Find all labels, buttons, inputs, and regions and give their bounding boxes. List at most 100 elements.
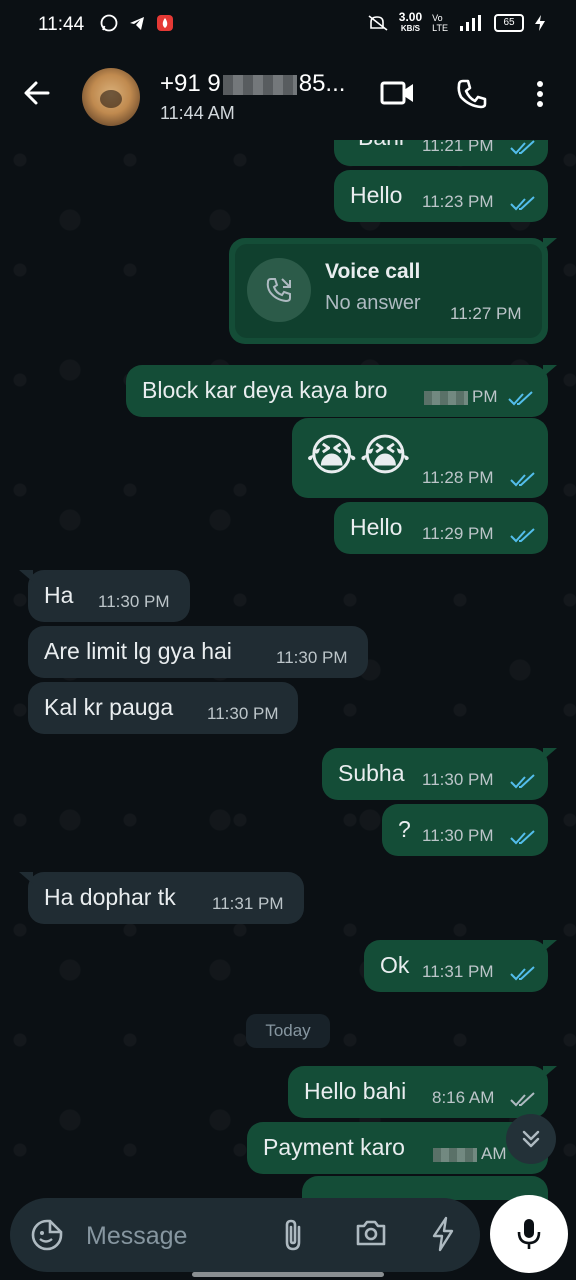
charging-icon [535, 15, 545, 31]
back-button[interactable] [22, 78, 52, 113]
message-bubble-outgoing[interactable]: ? 11:30 PM [382, 804, 548, 856]
message-time-suffix: AM [481, 1144, 507, 1163]
time-redaction-mask [424, 390, 468, 405]
chat-area[interactable]: Bahi 11:21 PM Hello 11:23 PM Voice call … [0, 140, 576, 1200]
notification-icons [100, 14, 174, 32]
sticker-button[interactable] [30, 1218, 64, 1257]
attach-icon [285, 1219, 301, 1251]
double-check-icon [510, 196, 535, 211]
redaction-mask [222, 74, 297, 95]
chevron-down-icon [522, 1130, 540, 1148]
message-bubble-outgoing[interactable]: Bahi 11:21 PM [334, 140, 548, 166]
message-time: 11:29 PM [422, 524, 494, 543]
contact-status: 11:44 AM [160, 103, 235, 123]
message-bubble-incoming[interactable]: Kal kr pauga 11:30 PM [28, 682, 298, 734]
bolt-icon [432, 1216, 454, 1252]
message-time: PM [424, 387, 498, 407]
time-redaction-mask [433, 1147, 477, 1162]
status-time: 11:44 [38, 14, 85, 35]
message-bubble-outgoing[interactable]: Hello 11:23 PM [334, 170, 548, 222]
message-bubble-outgoing[interactable]: Subha 11:30 PM [322, 748, 557, 800]
double-check-icon [510, 830, 535, 845]
quick-action-button[interactable] [430, 1216, 456, 1257]
app-notification-icon [157, 15, 173, 31]
more-options-button[interactable] [530, 78, 550, 115]
video-call-button[interactable] [380, 78, 416, 113]
signal-icon [460, 15, 481, 31]
back-arrow-icon [24, 81, 50, 105]
double-check-icon [510, 774, 535, 789]
message-bubble-incoming[interactable]: Are limit lg gya hai 11:30 PM [28, 626, 368, 678]
message-time: 11:23 PM [422, 192, 494, 211]
message-text: 😭😭 [306, 431, 413, 480]
battery-indicator: 65 [494, 14, 524, 32]
message-bubble-outgoing[interactable]: Hello 11:29 PM [334, 502, 548, 554]
message-time-suffix: PM [472, 387, 498, 406]
double-check-icon [510, 528, 535, 543]
message-bubble-outgoing[interactable]: Hello bahi 8:16 AM [288, 1066, 557, 1118]
contact-name-prefix: +91 9 [160, 70, 221, 97]
net-speed-unit: KB/S [400, 24, 421, 33]
call-subtitle: No answer [325, 292, 421, 314]
chat-header: +91 9 85... 11:44 AM [0, 50, 576, 140]
double-check-icon [510, 1092, 535, 1107]
message-time: 11:30 PM [98, 592, 170, 611]
attach-button[interactable] [280, 1218, 306, 1257]
message-bubble-incoming[interactable]: Ha dophar tk 11:31 PM [19, 872, 304, 924]
double-check-icon [510, 140, 535, 155]
mic-icon [517, 1219, 541, 1249]
message-text: Hello [350, 182, 403, 208]
message-text: Subha [338, 760, 405, 786]
phone-icon [457, 79, 487, 109]
video-call-icon [380, 81, 413, 105]
message-text: Payment karo [263, 1134, 405, 1160]
sticker-icon [31, 1219, 63, 1251]
home-indicator[interactable] [192, 1272, 384, 1277]
date-separator: Today [246, 1014, 330, 1048]
message-time: 8:16 AM [432, 1088, 495, 1107]
status-bar: 11:44 3.00 KB/S Vo LTE 65 [0, 0, 576, 50]
message-bubble-outgoing[interactable] [302, 1176, 548, 1200]
scroll-to-bottom-button[interactable] [506, 1114, 556, 1164]
message-input[interactable] [84, 1218, 268, 1254]
message-bubble-outgoing[interactable]: Ok 11:31 PM [364, 940, 557, 992]
message-text: Bahi [358, 140, 404, 151]
message-time: AM [433, 1144, 507, 1164]
message-bubble-incoming[interactable]: Ha 11:30 PM [19, 570, 190, 622]
message-text: ? [398, 816, 411, 842]
call-title: Voice call [325, 260, 421, 283]
message-time: 11:30 PM [276, 648, 348, 667]
message-time: 11:27 PM [450, 304, 522, 323]
contact-name[interactable]: +91 9 85... [160, 70, 345, 98]
message-bubble-outgoing[interactable]: 😭😭 11:28 PM [292, 418, 548, 498]
camera-icon [356, 1220, 386, 1246]
message-time: 11:28 PM [422, 468, 494, 487]
message-text: Are limit lg gya hai [44, 638, 232, 664]
camera-button[interactable] [355, 1218, 387, 1253]
call-bubble[interactable]: Voice call No answer 11:27 PM [229, 238, 557, 344]
more-vert-icon [537, 81, 543, 107]
telegram-icon [130, 17, 144, 30]
message-time: 11:30 PM [422, 826, 494, 845]
message-bubble-outgoing[interactable]: Payment karo AM [247, 1122, 548, 1174]
contact-avatar[interactable] [82, 68, 140, 126]
whatsapp-icon [100, 14, 118, 32]
message-bubble-outgoing[interactable]: Block kar deya kaya bro PM [126, 365, 557, 417]
net-speed-value: 3.00 [398, 10, 423, 24]
message-text: Block kar deya kaya bro [142, 377, 388, 403]
message-time: 11:30 PM [422, 770, 494, 789]
message-time: 11:31 PM [212, 894, 284, 913]
double-check-icon [510, 472, 535, 487]
message-text: Ok [380, 952, 410, 978]
message-text: Hello [350, 514, 403, 540]
voice-call-button[interactable] [456, 78, 488, 115]
call-icon-circle [247, 258, 311, 322]
message-time: 11:31 PM [422, 962, 494, 981]
double-check-icon [508, 391, 533, 406]
mute-icon [368, 15, 388, 31]
double-check-icon [510, 966, 535, 981]
voice-record-button[interactable] [490, 1195, 568, 1273]
message-text: Kal kr pauga [44, 694, 174, 720]
lte-label: LTE [432, 23, 448, 33]
message-text: Hello bahi [304, 1078, 407, 1104]
